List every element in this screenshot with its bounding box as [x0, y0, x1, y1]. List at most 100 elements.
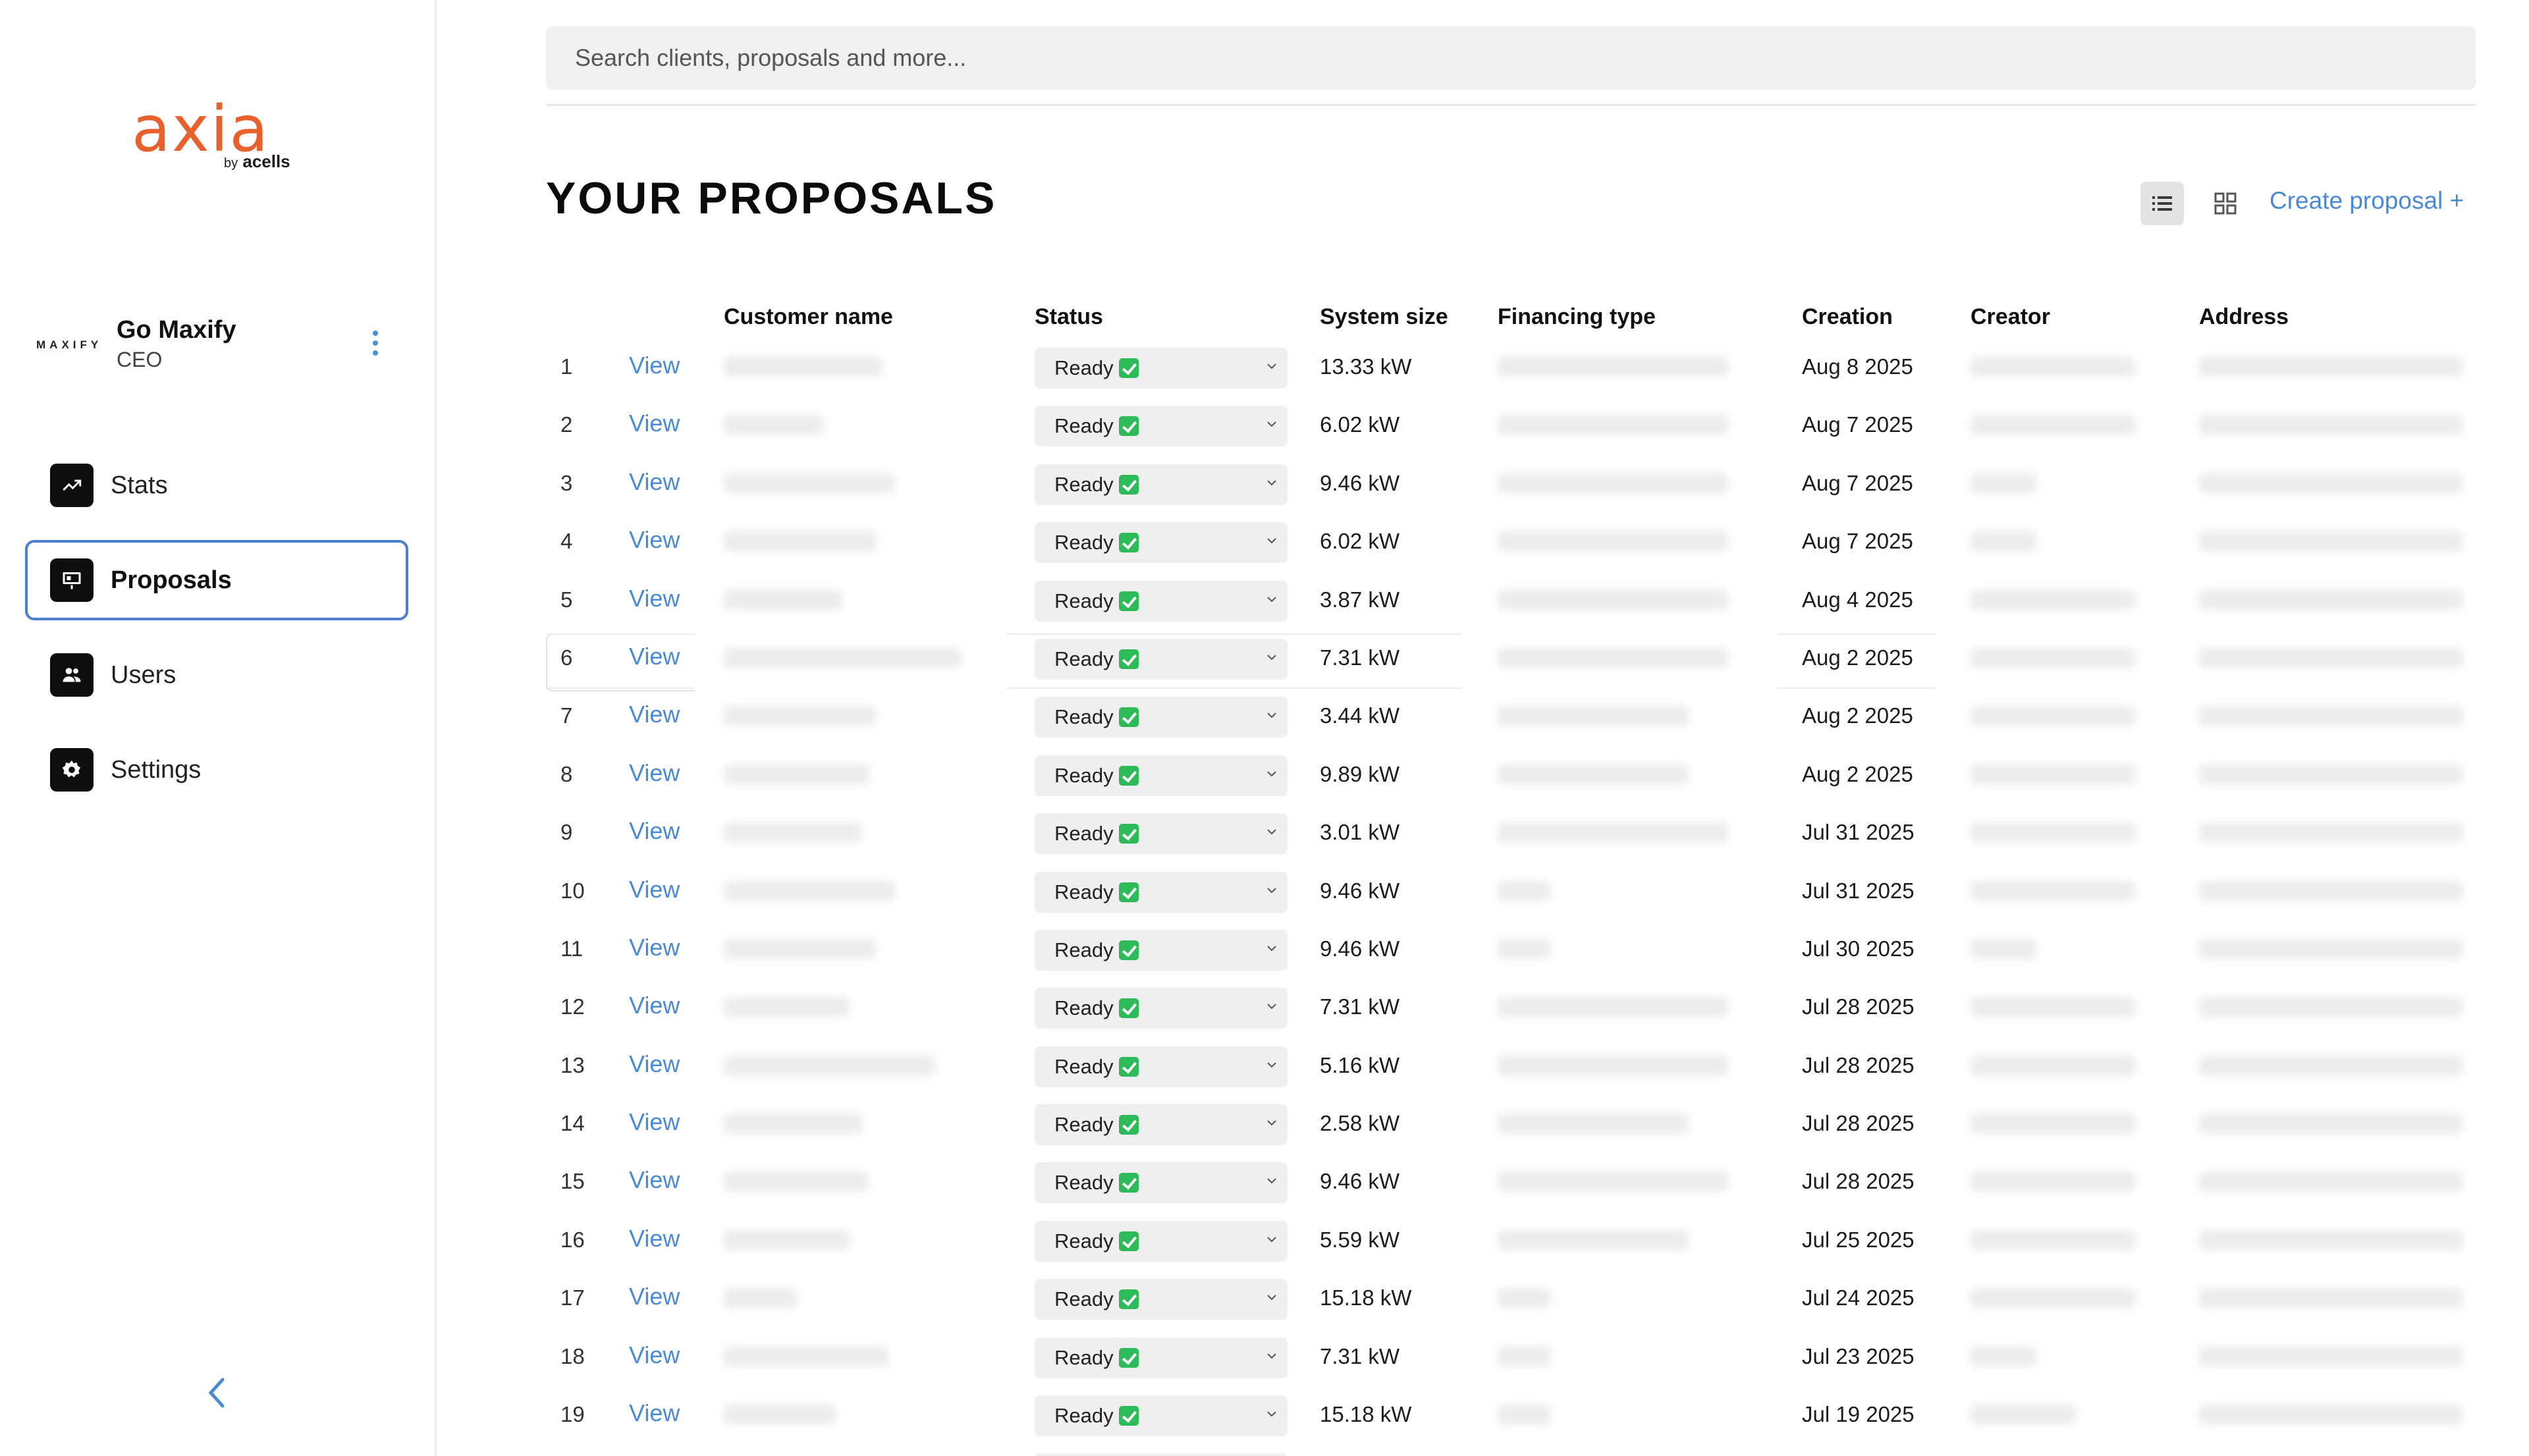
status-select[interactable]: Ready — [1035, 1220, 1288, 1262]
col-system-size[interactable]: System size — [1320, 304, 1448, 330]
status-select[interactable]: Ready — [1035, 1453, 1288, 1456]
financing-type-redacted — [1498, 764, 1689, 784]
status-select[interactable]: Ready — [1035, 1395, 1288, 1437]
view-link[interactable]: View — [629, 1050, 680, 1078]
view-link[interactable]: View — [629, 1225, 680, 1253]
financing-type-redacted — [1498, 880, 1550, 901]
create-proposal-button[interactable]: Create proposal + — [2270, 187, 2464, 215]
grid-view-icon[interactable] — [2204, 182, 2247, 225]
status-select[interactable]: Ready — [1035, 522, 1288, 564]
view-link[interactable]: View — [629, 934, 680, 961]
table-row[interactable]: 6 View Ready 7.31 kW Aug 2 2025 — [546, 632, 2476, 692]
col-status[interactable]: Status — [1035, 304, 1103, 330]
table-row[interactable]: 16 View Ready 5.59 kW Jul 25 2025 — [546, 1214, 2476, 1272]
address-redacted — [2199, 1172, 2462, 1192]
view-link[interactable]: View — [629, 1108, 680, 1136]
view-link[interactable]: View — [629, 410, 680, 437]
list-view-icon[interactable] — [2140, 182, 2184, 225]
status-select[interactable]: Ready — [1035, 697, 1288, 738]
chevron-down-icon — [1267, 1004, 1276, 1010]
table-row[interactable]: 2 View Ready 6.02 kW Aug 7 2025 — [546, 399, 2476, 457]
financing-type-redacted — [1498, 647, 1728, 668]
status-value: Ready — [1054, 472, 1114, 496]
view-link[interactable]: View — [629, 1166, 680, 1194]
table-row[interactable]: 12 View Ready 7.31 kW Jul 28 2025 — [546, 981, 2476, 1039]
status-select[interactable]: Ready — [1035, 638, 1288, 680]
status-select[interactable]: Ready — [1035, 1104, 1288, 1146]
col-financing-type[interactable]: Financing type — [1498, 304, 1656, 330]
table-row[interactable]: 14 View Ready 2.58 kW Jul 28 2025 — [546, 1098, 2476, 1156]
status-select[interactable]: Ready — [1035, 1162, 1288, 1204]
table-row[interactable]: 20ViewReady2.80 kWJul 18 2025 — [546, 1447, 2476, 1456]
view-link[interactable]: View — [629, 643, 680, 670]
col-creator[interactable]: Creator — [1971, 304, 2050, 330]
view-link[interactable]: View — [629, 992, 680, 1019]
view-link[interactable]: View — [629, 1399, 680, 1427]
collapse-sidebar-icon[interactable] — [204, 1373, 231, 1413]
system-size: 7.31 kW — [1320, 1343, 1400, 1368]
table-row[interactable]: 13 View Ready 5.16 kW Jul 28 2025 — [546, 1040, 2476, 1098]
system-size: 9.89 kW — [1320, 761, 1400, 786]
view-link[interactable]: View — [629, 1283, 680, 1310]
status-select[interactable]: Ready — [1035, 348, 1288, 389]
sidebar-item-stats[interactable]: Stats — [25, 445, 408, 526]
status-select[interactable]: Ready — [1035, 929, 1288, 971]
status-select[interactable]: Ready — [1035, 988, 1288, 1029]
view-link[interactable]: View — [629, 701, 680, 728]
system-size: 13.33 kW — [1320, 354, 1412, 379]
col-customer-name[interactable]: Customer name — [724, 304, 893, 330]
creation-date: Aug 2 2025 — [1802, 761, 1913, 786]
view-link[interactable]: View — [629, 817, 680, 845]
table-row[interactable]: 11 View Ready 9.46 kW Jul 30 2025 — [546, 923, 2476, 981]
address-redacted — [2199, 473, 2462, 493]
col-address[interactable]: Address — [2199, 304, 2289, 330]
col-creation[interactable]: Creation — [1802, 304, 1893, 330]
table-row[interactable]: 7 View Ready 3.44 kW Aug 2 2025 — [546, 690, 2476, 748]
status-select[interactable]: Ready — [1035, 1279, 1288, 1320]
view-link[interactable]: View — [629, 352, 680, 379]
table-row[interactable]: 1 View Ready 13.33 kW Aug 8 2025 — [546, 341, 2476, 399]
table-row[interactable]: 3 View Ready 9.46 kW Aug 7 2025 — [546, 458, 2476, 516]
check-icon — [1118, 765, 1139, 786]
check-icon — [1118, 1173, 1139, 1193]
search-input[interactable] — [546, 26, 2476, 90]
table-row[interactable]: 15 View Ready 9.46 kW Jul 28 2025 — [546, 1156, 2476, 1214]
sidebar-item-users[interactable]: Users — [25, 635, 408, 715]
sidebar-item-proposals[interactable]: Proposals — [25, 540, 408, 620]
chevron-down-icon — [1267, 713, 1276, 718]
axia-logo[interactable]: axia by acells — [132, 92, 303, 171]
table-row[interactable]: 5 View Ready 3.87 kW Aug 4 2025 — [546, 574, 2476, 632]
status-select[interactable]: Ready — [1035, 1337, 1288, 1378]
system-size: 7.31 kW — [1320, 994, 1400, 1019]
account-menu-icon[interactable] — [366, 327, 385, 360]
view-link[interactable]: View — [629, 1341, 680, 1369]
status-select[interactable]: Ready — [1035, 580, 1288, 622]
creator-redacted — [1971, 1229, 2135, 1250]
status-select[interactable]: Ready — [1035, 464, 1288, 505]
status-select[interactable]: Ready — [1035, 755, 1288, 796]
status-select[interactable]: Ready — [1035, 871, 1288, 913]
table-row[interactable]: 8 View Ready 9.89 kW Aug 2 2025 — [546, 749, 2476, 807]
table-row[interactable]: 10 View Ready 9.46 kW Jul 31 2025 — [546, 865, 2476, 923]
view-link[interactable]: View — [629, 526, 680, 554]
row-number: 3 — [560, 470, 573, 495]
sidebar-item-settings[interactable]: Settings — [25, 730, 408, 810]
table-row[interactable]: 19 View Ready 15.18 kW Jul 19 2025 — [546, 1389, 2476, 1447]
table-row[interactable]: 18 View Ready 7.31 kW Jul 23 2025 — [546, 1331, 2476, 1389]
customer-name-redacted — [724, 997, 849, 1017]
view-link[interactable]: View — [629, 585, 680, 612]
status-select[interactable]: Ready — [1035, 1046, 1288, 1087]
customer-name-redacted — [724, 1288, 796, 1308]
system-size: 9.46 kW — [1320, 470, 1400, 495]
view-link[interactable]: View — [629, 876, 680, 903]
view-link[interactable]: View — [629, 468, 680, 496]
table-row[interactable]: 4 View Ready 6.02 kW Aug 7 2025 — [546, 516, 2476, 574]
table-row[interactable]: 9 View Ready 3.01 kW Jul 31 2025 — [546, 807, 2476, 865]
customer-name-redacted — [724, 647, 961, 668]
system-size: 15.18 kW — [1320, 1402, 1412, 1427]
table-row[interactable]: 17 View Ready 15.18 kW Jul 24 2025 — [546, 1272, 2476, 1330]
view-link[interactable]: View — [629, 759, 680, 787]
address-redacted — [2199, 1405, 2462, 1425]
status-select[interactable]: Ready — [1035, 813, 1288, 855]
status-select[interactable]: Ready — [1035, 406, 1288, 447]
